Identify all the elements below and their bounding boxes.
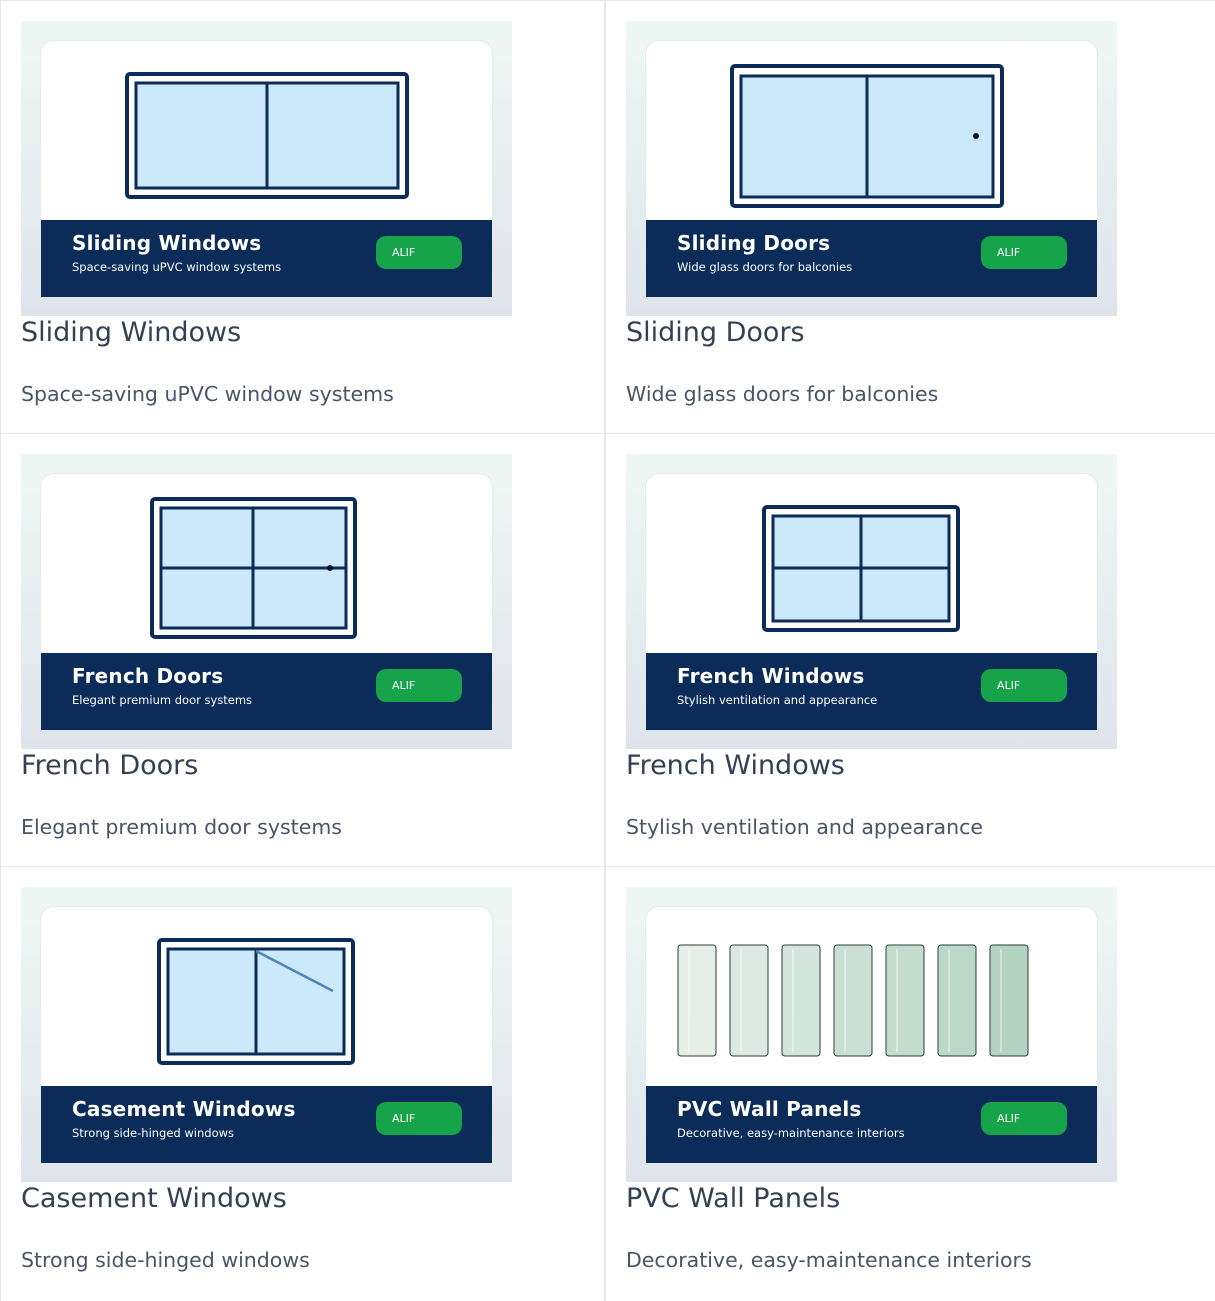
product-card-pvc-wall-panels[interactable]: PVC Wall Panels Decorative, easy-mainten… — [605, 867, 1215, 1301]
product-title[interactable]: French Doors — [21, 750, 198, 781]
product-banner: Sliding Windows Space-saving uPVC window… — [41, 220, 492, 297]
product-banner: Sliding Doors Wide glass doors for balco… — [646, 220, 1097, 297]
brand-badge: ALIF — [981, 236, 1067, 269]
brand-badge: ALIF — [376, 669, 462, 702]
french-door-icon — [150, 497, 357, 639]
product-banner: French Doors Elegant premium door system… — [41, 653, 492, 730]
product-image[interactable]: Sliding Doors Wide glass doors for balco… — [626, 21, 1117, 316]
product-image[interactable]: Casement Windows Strong side-hinged wind… — [21, 887, 512, 1182]
brand-badge: ALIF — [981, 669, 1067, 702]
sliding-door-icon — [730, 64, 1004, 208]
product-description: Elegant premium door systems — [21, 815, 342, 839]
casement-window-icon — [157, 938, 355, 1065]
product-image-frame: Sliding Doors Wide glass doors for balco… — [645, 40, 1098, 297]
product-banner: French Windows Stylish ventilation and a… — [646, 653, 1097, 730]
product-description: Space-saving uPVC window systems — [21, 382, 394, 406]
product-title[interactable]: French Windows — [626, 750, 845, 781]
banner-title: Casement Windows — [72, 1097, 296, 1121]
brand-badge: ALIF — [376, 1102, 462, 1135]
product-description: Strong side-hinged windows — [21, 1248, 310, 1272]
product-card-sliding-doors[interactable]: Sliding Doors Wide glass doors for balco… — [605, 1, 1215, 434]
banner-subtitle: Stylish ventilation and appearance — [677, 693, 878, 707]
banner-subtitle: Space-saving uPVC window systems — [72, 260, 282, 274]
product-banner: Casement Windows Strong side-hinged wind… — [41, 1086, 492, 1163]
product-grid: Sliding Windows Space-saving uPVC window… — [0, 0, 1215, 1301]
banner-subtitle: Wide glass doors for balconies — [677, 260, 853, 274]
product-image[interactable]: Sliding Windows Space-saving uPVC window… — [21, 21, 512, 316]
banner-subtitle: Strong side-hinged windows — [72, 1126, 234, 1140]
product-card-french-windows[interactable]: French Windows Stylish ventilation and a… — [605, 434, 1215, 867]
product-image-frame: Sliding Windows Space-saving uPVC window… — [40, 40, 493, 297]
product-title[interactable]: Sliding Doors — [626, 317, 805, 348]
wall-panels-icon — [677, 944, 1029, 1057]
banner-subtitle: Decorative, easy-maintenance interiors — [677, 1126, 905, 1140]
product-image[interactable]: French Windows Stylish ventilation and a… — [626, 454, 1117, 749]
product-image-frame: French Doors Elegant premium door system… — [40, 473, 493, 730]
product-image-frame: French Windows Stylish ventilation and a… — [645, 473, 1098, 730]
banner-title: Sliding Doors — [677, 231, 831, 255]
product-title[interactable]: Sliding Windows — [21, 317, 241, 348]
product-card-sliding-windows[interactable]: Sliding Windows Space-saving uPVC window… — [0, 1, 605, 434]
brand-badge: ALIF — [981, 1102, 1067, 1135]
product-card-french-doors[interactable]: French Doors Elegant premium door system… — [0, 434, 605, 867]
product-description: Decorative, easy-maintenance interiors — [626, 1248, 1032, 1272]
banner-title: French Windows — [677, 664, 865, 688]
product-card-casement-windows[interactable]: Casement Windows Strong side-hinged wind… — [0, 867, 605, 1301]
product-description: Wide glass doors for balconies — [626, 382, 939, 406]
banner-title: PVC Wall Panels — [677, 1097, 862, 1121]
product-description: Stylish ventilation and appearance — [626, 815, 983, 839]
french-window-icon — [762, 505, 960, 632]
banner-title: French Doors — [72, 664, 224, 688]
banner-title: Sliding Windows — [72, 231, 262, 255]
product-title[interactable]: Casement Windows — [21, 1183, 287, 1214]
banner-subtitle: Elegant premium door systems — [72, 693, 253, 707]
product-title[interactable]: PVC Wall Panels — [626, 1183, 840, 1214]
brand-badge: ALIF — [376, 236, 462, 269]
product-image-frame: PVC Wall Panels Decorative, easy-mainten… — [645, 906, 1098, 1163]
sliding-window-icon — [125, 72, 409, 199]
product-image-frame: Casement Windows Strong side-hinged wind… — [40, 906, 493, 1163]
product-image[interactable]: PVC Wall Panels Decorative, easy-mainten… — [626, 887, 1117, 1182]
product-image[interactable]: French Doors Elegant premium door system… — [21, 454, 512, 749]
product-banner: PVC Wall Panels Decorative, easy-mainten… — [646, 1086, 1097, 1163]
